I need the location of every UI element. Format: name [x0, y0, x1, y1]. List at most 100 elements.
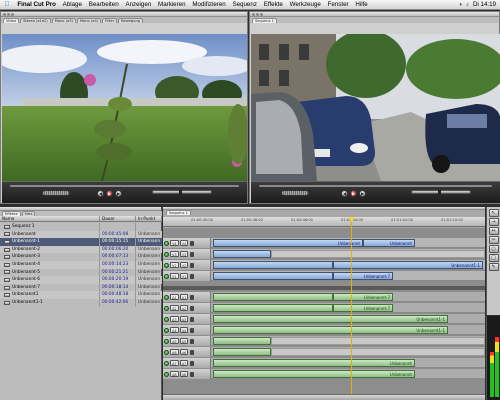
speaker-icon[interactable]: ♪ — [466, 2, 469, 8]
menu-hilfe[interactable]: Hilfe — [352, 1, 371, 8]
select-track-tool-icon[interactable]: → — [488, 218, 499, 226]
track-target-button[interactable]: A2 — [170, 305, 179, 311]
browser-row[interactable]: Unbenannt-1 00:00:15:15 Unbenann — [0, 238, 162, 246]
timeline-clip[interactable] — [213, 261, 333, 269]
playhead[interactable] — [351, 217, 352, 394]
roll-tool-icon[interactable]: ↔ — [488, 227, 499, 235]
timeline-clip[interactable]: Unbenannt1-1 — [213, 326, 448, 334]
browser-row[interactable]: Unbenannt 00:00:45:08 Unbenann — [0, 230, 162, 239]
menu-ablage[interactable]: Ablage — [59, 1, 85, 8]
track-destination-button[interactable]: V3 — [179, 251, 189, 257]
wifi-icon[interactable]: ◑ — [458, 2, 462, 8]
menu-fenster[interactable]: Fenster — [324, 1, 352, 8]
canvas-scrubber[interactable] — [259, 185, 492, 187]
canvas-video-frame[interactable] — [251, 34, 500, 181]
track-visibility-icon[interactable] — [164, 360, 169, 366]
timeline-clip[interactable] — [213, 348, 271, 356]
track-destination-button[interactable]: A4 — [179, 327, 189, 333]
minimize-icon[interactable] — [256, 13, 259, 16]
track-visibility-icon[interactable] — [164, 240, 169, 246]
viewer-shuttle-slider[interactable] — [152, 190, 212, 195]
column-dauer[interactable]: Dauer — [100, 216, 136, 221]
track-target-button[interactable]: A1 — [170, 294, 179, 300]
timeline-clip[interactable]: Unbenannt1-1 — [333, 261, 483, 269]
crop-tool-icon[interactable]: □ — [488, 254, 499, 262]
track-target-button[interactable]: V2 — [170, 262, 179, 268]
track-destination-button[interactable]: V1 — [179, 273, 189, 279]
tab-mono-a3[interactable]: Mono (a3) — [51, 18, 76, 23]
timeline-clip[interactable]: Unbenannt-7 — [333, 293, 393, 301]
next-edit-icon[interactable]: ▶ — [359, 190, 366, 197]
timeline-clip[interactable] — [213, 272, 333, 280]
track-target-button[interactable]: V4 — [170, 240, 179, 246]
timeline-clip[interactable] — [213, 250, 271, 258]
track-lock-icon[interactable] — [190, 327, 195, 333]
viewer-titlebar[interactable] — [1, 12, 247, 17]
canvas-jog-wheel[interactable] — [281, 190, 309, 196]
canvas-titlebar[interactable] — [250, 12, 499, 17]
track-lock-icon[interactable] — [190, 273, 195, 279]
track-visibility-icon[interactable] — [164, 338, 169, 344]
track-target-button[interactable]: A6 — [170, 349, 179, 355]
browser-row[interactable]: Unbenannt-7 00:00:18:14 Unbenann — [0, 283, 162, 292]
timeline-clip[interactable]: Unbenannt1-1 — [213, 315, 448, 323]
timeline-clip[interactable] — [213, 337, 271, 345]
tab-video[interactable]: Video — [3, 18, 20, 23]
browser-row[interactable]: Unbenannt-4 00:00:14:23 Unbenann — [0, 260, 162, 269]
track-destination-button[interactable]: A7 — [179, 360, 189, 366]
play-icon[interactable]: ▶ — [350, 190, 357, 197]
tab-timeline-sequenz-1[interactable]: Sequenz 1 — [166, 210, 191, 215]
tab-stereo[interactable]: Stereo (a1a2) — [20, 18, 51, 23]
timeline-clip[interactable] — [213, 293, 333, 301]
empty-track-area[interactable] — [271, 337, 485, 345]
track-target-button[interactable]: V1 — [170, 273, 179, 279]
timeline-clip[interactable] — [213, 304, 333, 312]
next-edit-icon[interactable]: ▶ — [115, 190, 122, 197]
track-target-button[interactable]: A5 — [170, 338, 179, 344]
timeline-clip[interactable]: Unbenannt — [363, 239, 415, 247]
timeline-clip[interactable]: Unbenannt-7 — [333, 272, 393, 280]
track-target-button[interactable]: A4 — [170, 327, 179, 333]
previous-edit-icon[interactable]: ◀ — [97, 190, 104, 197]
track-lock-icon[interactable] — [190, 338, 195, 344]
track-destination-button[interactable]: A2 — [179, 305, 189, 311]
track-destination-button[interactable]: A6 — [179, 349, 189, 355]
track-lock-icon[interactable] — [190, 316, 195, 322]
arrow-tool-icon[interactable]: ↖ — [488, 209, 499, 217]
track-visibility-icon[interactable] — [164, 262, 169, 268]
empty-track-area[interactable] — [271, 348, 485, 356]
tab-bewegung[interactable]: Bewegung — [118, 18, 144, 23]
menu-anzeigen[interactable]: Anzeigen — [122, 1, 155, 8]
track-visibility-icon[interactable] — [164, 294, 169, 300]
track-destination-button[interactable]: V4 — [179, 240, 189, 246]
browser-row[interactable]: Sequenz 1 — [0, 223, 162, 231]
track-lock-icon[interactable] — [190, 349, 195, 355]
track-destination-button[interactable]: V2 — [179, 262, 189, 268]
column-in-punkt[interactable]: In-Punkt — [136, 216, 162, 221]
column-name[interactable]: Name — [0, 216, 100, 221]
track-lock-icon[interactable] — [190, 262, 195, 268]
track-lock-icon[interactable] — [190, 240, 195, 246]
play-icon[interactable]: ▶ — [106, 190, 113, 197]
browser-row[interactable]: Unbenannt-3 00:00:07:13 Unbenann — [0, 253, 162, 261]
menu-app-name[interactable]: Final Cut Pro — [14, 1, 59, 8]
track-visibility-icon[interactable] — [164, 349, 169, 355]
track-visibility-icon[interactable] — [164, 251, 169, 257]
track-visibility-icon[interactable] — [164, 316, 169, 322]
track-target-button[interactable]: V3 — [170, 251, 179, 257]
browser-row[interactable]: Unbenannt1 00:00:48:18 Unbenann — [0, 291, 162, 299]
canvas-shuttle-slider[interactable] — [411, 190, 471, 195]
apple-logo-icon[interactable]:  — [0, 1, 14, 8]
browser-row[interactable]: Unbenannt-5 00:00:21:21 Unbenann — [0, 268, 162, 277]
video-audio-divider[interactable] — [163, 286, 485, 290]
timeline-ruler[interactable]: 01:00:30:0001:00:38:0001:00:46:0001:00:5… — [163, 217, 485, 227]
track-destination-button[interactable]: A1 — [179, 294, 189, 300]
tab-mono-a4[interactable]: Mono (a4) — [76, 18, 102, 23]
razor-tool-icon[interactable]: ✂ — [488, 236, 499, 244]
browser-row[interactable]: Unbenannt1-1 00:00:42:06 Unbenann — [0, 298, 162, 307]
tab-filter[interactable]: Filter — [102, 18, 118, 23]
track-destination-button[interactable]: A8 — [179, 371, 189, 377]
track-target-button[interactable]: A3 — [170, 316, 179, 322]
menu-werkzeuge[interactable]: Werkzeuge — [286, 1, 324, 8]
menu-effekte[interactable]: Effekte — [260, 1, 286, 8]
